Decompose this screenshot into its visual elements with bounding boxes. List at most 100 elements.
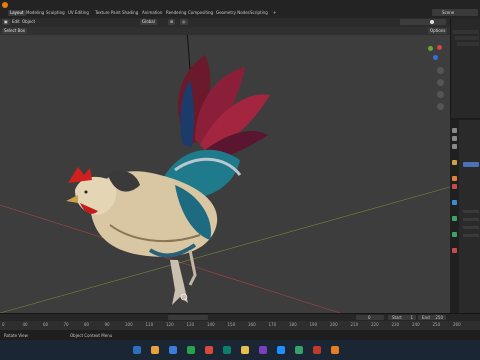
workspace-tab[interactable]: + [273,10,276,16]
timeline-tick-label: 60 [43,322,49,327]
viewport-header: ▣ Edit Object Global ⊞ ◎ [0,18,450,27]
y-axis-line [0,186,450,313]
photos-icon[interactable] [259,346,267,354]
properties-row[interactable] [463,210,479,213]
camera-view-icon[interactable] [437,91,444,98]
perspective-toggle-icon[interactable] [437,103,444,110]
workspace-tab[interactable]: Animation [142,10,162,16]
workspace-tab[interactable]: Geometry Nodes [216,10,250,16]
current-frame-field[interactable]: 0 [356,315,384,320]
texture-tab-icon[interactable] [452,248,457,253]
timeline-tick-label: 260 [453,322,461,327]
task-view-icon[interactable] [169,346,177,354]
timeline-tick-label: 220 [371,322,379,327]
zoom-icon[interactable] [437,67,444,74]
render-tab-icon[interactable] [452,136,457,141]
timeline-tick-label: 240 [412,322,420,327]
outliner-row-object[interactable] [457,42,479,46]
blender-logo-icon[interactable] [2,2,8,8]
viewport-shading-solid[interactable] [430,20,434,24]
shading-buttons[interactable] [400,19,446,25]
os-taskbar [0,340,480,360]
timeline-tick-label: 0 [2,322,5,327]
tool-tab-icon[interactable] [452,128,457,133]
data-tab-icon[interactable] [452,232,457,237]
workspace-tab[interactable]: Shading [122,10,138,16]
3d-viewport[interactable] [0,35,450,313]
workspace-tab[interactable]: Sculpting [46,10,65,16]
timeline-ruler[interactable]: 0 40 60 70 80 90 100 110 120 130 140 150 160 170 180 19… [0,321,480,330]
properties-tabs [450,120,459,313]
properties-row[interactable] [463,218,479,221]
status-middle-hint: Object Context Menu [70,333,113,338]
current-frame-value: 0 [368,315,371,320]
chrome-icon[interactable] [277,346,285,354]
object-tab-icon[interactable] [452,176,457,181]
timeline-tick-label: 70 [63,322,69,327]
scene-label: Scene [442,10,455,15]
options-dropdown[interactable]: Options [428,28,448,34]
object-menu[interactable]: Object [20,19,37,25]
timeline-tick-label: 130 [186,322,195,327]
play-controls[interactable] [168,315,208,320]
tool-header: Select Box Options [0,27,450,35]
store-icon[interactable] [223,346,231,354]
end-label: End [422,315,430,320]
timeline-tick-label: 210 [350,322,359,327]
workspace-tab[interactable]: Compositing [188,10,213,16]
search-icon[interactable] [151,346,159,354]
workspace-tab[interactable]: Rendering [166,10,186,16]
transform-orientation[interactable]: Global [140,19,157,25]
explorer-icon[interactable] [187,346,195,354]
timeline-tick-label: 120 [166,322,174,327]
material-tab-icon[interactable] [452,184,457,189]
timeline-tick-label: 250 [432,322,441,327]
workspace-tab[interactable]: UV Editing [68,10,89,16]
timeline-tick-label: 180 [289,322,297,327]
start-label: Start [392,315,402,320]
timeline-tick-label: 190 [309,322,318,327]
editor-type-button[interactable]: ▣ [2,19,10,25]
select-box-dropdown[interactable]: Select Box [2,28,28,34]
end-frame-field[interactable]: End 250 [418,315,446,320]
timeline-tick-label: 170 [268,322,277,327]
excel-icon[interactable] [295,346,303,354]
timeline-tick-label: 230 [391,322,400,327]
mail-icon[interactable] [241,346,249,354]
constraints-tab-icon[interactable] [452,216,457,221]
topbar: Scene Layout Modeling Sculpting UV Editing T… [0,0,480,18]
select-mode-label: Select Box [4,28,26,33]
timeline-tick-label: 40 [22,322,28,327]
timeline-tick-label: 110 [145,322,154,327]
output-tab-icon[interactable] [452,144,457,149]
word-icon[interactable] [313,346,321,354]
timeline-tick-label: 200 [330,322,338,327]
blender-icon[interactable] [331,346,339,354]
scene-selector[interactable]: Scene [432,9,478,16]
timeline-tick-label: 150 [227,322,236,327]
snap-toggle[interactable]: ⊞ [168,19,176,25]
outliner-panel[interactable] [450,18,480,118]
properties-row[interactable] [463,234,479,237]
scene-tab-icon[interactable] [452,160,457,165]
properties-selected-slot[interactable] [463,162,479,167]
end-value: 250 [435,315,443,320]
timeline-tick-label: 160 [248,322,256,327]
properties-row[interactable] [463,226,479,229]
edge-icon[interactable] [205,346,213,354]
outliner-row-scene-collection[interactable] [453,30,479,34]
proportional-edit[interactable]: ◎ [180,19,188,25]
windows-start-icon[interactable] [133,346,141,354]
workspace-tab[interactable]: Texture Paint [95,10,121,16]
timeline-tick-label: 80 [84,322,90,327]
physics-tab-icon[interactable] [452,200,457,205]
workspace-tab[interactable]: Layout [8,10,26,16]
timeline-tick-label: 140 [207,322,215,327]
pan-icon[interactable] [437,79,444,86]
workspace-tab[interactable]: Scripting [250,10,268,16]
status-left-hint: Rotate View [4,333,28,338]
navigation-gizmo[interactable] [425,43,445,63]
start-frame-field[interactable]: Start 1 [388,315,416,320]
outliner-row-collection[interactable] [455,36,479,40]
workspace-tab[interactable]: Modeling [26,10,44,16]
